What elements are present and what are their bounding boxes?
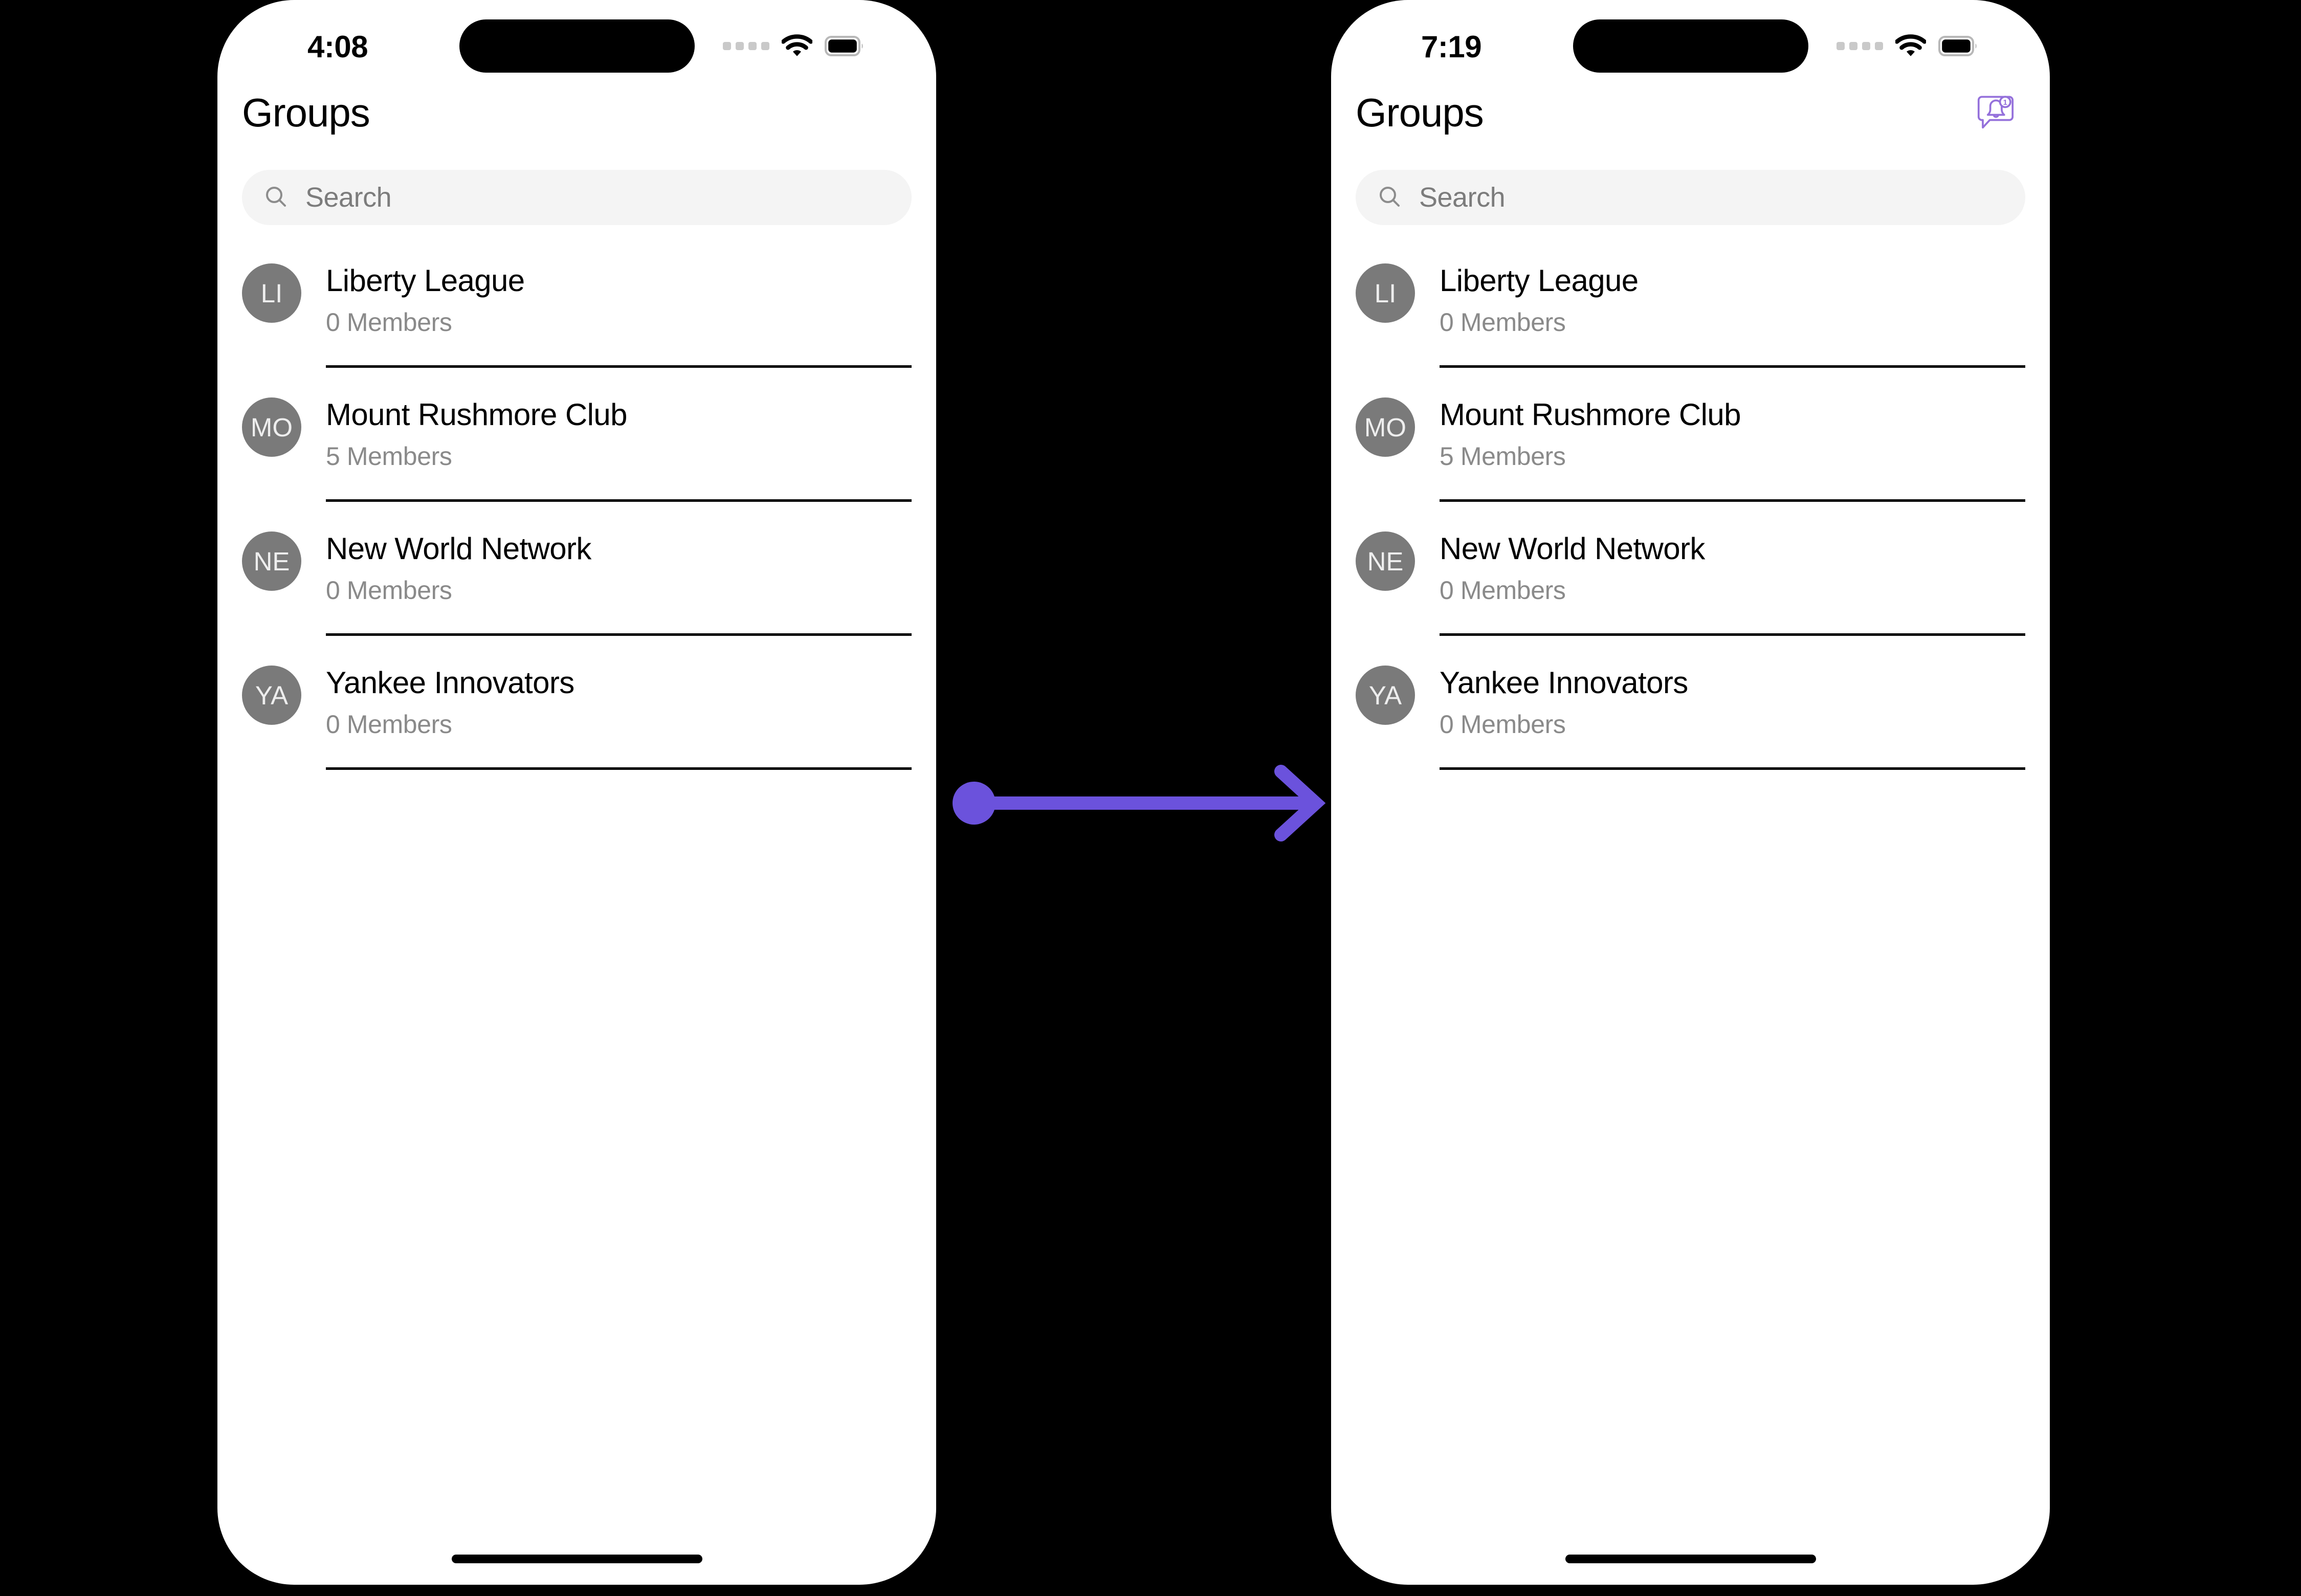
group-item-body: New World Network 0 Members — [326, 520, 912, 645]
notification-badge-count: 1 — [2003, 99, 2007, 107]
list-divider — [1440, 767, 2025, 770]
avatar: LI — [242, 263, 301, 323]
search-placeholder: Search — [305, 182, 392, 213]
group-item-body: Liberty League 0 Members — [326, 252, 912, 377]
search-icon — [1377, 184, 1402, 211]
search-icon — [263, 184, 288, 211]
group-list-item[interactable]: LI Liberty League 0 Members — [1356, 243, 2025, 377]
group-name: Liberty League — [326, 263, 525, 298]
group-name: New World Network — [1440, 531, 1705, 566]
status-bar: 7:19 — [1331, 0, 2050, 77]
battery-full-icon — [825, 35, 865, 59]
group-member-count: 0 Members — [1440, 576, 1566, 605]
search-placeholder: Search — [1419, 182, 1506, 213]
avatar: NE — [242, 531, 301, 591]
avatar: MO — [242, 397, 301, 457]
battery-full-icon — [1938, 35, 1978, 59]
status-bar-indicators — [723, 32, 865, 62]
transition-arrow — [952, 747, 1330, 859]
wifi-icon — [781, 34, 813, 60]
home-indicator[interactable] — [451, 1555, 702, 1563]
group-list-item[interactable]: NE New World Network 0 Members — [1356, 511, 2025, 645]
group-member-count: 5 Members — [326, 442, 452, 471]
group-name: Yankee Innovators — [326, 666, 574, 700]
list-divider — [326, 365, 912, 368]
page-title: Groups — [242, 90, 370, 135]
list-divider — [326, 499, 912, 502]
list-divider — [1440, 633, 2025, 636]
group-name: New World Network — [326, 531, 591, 566]
screen-header: Groups — [217, 77, 936, 148]
page-title: Groups — [1356, 90, 1484, 135]
group-item-body: Yankee Innovators 0 Members — [326, 654, 912, 779]
groups-list: LI Liberty League 0 Members MO Mount Rus… — [1331, 225, 2050, 779]
list-divider — [1440, 365, 2025, 368]
status-bar-time: 4:08 — [307, 30, 368, 64]
group-list-item[interactable]: YA Yankee Innovators 0 Members — [242, 645, 912, 779]
group-item-body: Mount Rushmore Club 5 Members — [1440, 386, 2025, 511]
search-section: Search — [217, 148, 936, 225]
dynamic-island — [1573, 19, 1808, 73]
group-list-item[interactable]: NE New World Network 0 Members — [242, 511, 912, 645]
list-divider — [326, 633, 912, 636]
status-bar-time: 7:19 — [1421, 30, 1482, 64]
search-input[interactable]: Search — [1356, 170, 2025, 225]
list-divider — [1440, 499, 2025, 502]
group-name: Yankee Innovators — [1440, 666, 1688, 700]
wifi-icon — [1894, 34, 1927, 60]
group-member-count: 5 Members — [1440, 442, 1566, 471]
status-bar: 4:08 — [217, 0, 936, 77]
group-name: Mount Rushmore Club — [326, 397, 627, 432]
signal-dots-icon — [1837, 42, 1883, 52]
avatar: NE — [1356, 531, 1415, 591]
status-bar-indicators — [1837, 32, 1978, 62]
group-item-body: Yankee Innovators 0 Members — [1440, 654, 2025, 779]
group-list-item[interactable]: LI Liberty League 0 Members — [242, 243, 912, 377]
group-name: Mount Rushmore Club — [1440, 397, 1741, 432]
group-member-count: 0 Members — [326, 710, 452, 739]
home-indicator[interactable] — [1565, 1555, 1816, 1563]
signal-dots-icon — [723, 42, 769, 52]
phone-screen-before: 4:08 Groups Search LI Liberty League 0 M… — [217, 0, 936, 1585]
group-member-count: 0 Members — [1440, 308, 1566, 337]
list-divider — [326, 767, 912, 770]
comparison-canvas: 4:08 Groups Search LI Liberty League 0 M… — [0, 0, 2301, 1596]
group-item-body: Liberty League 0 Members — [1440, 252, 2025, 377]
avatar: YA — [242, 666, 301, 725]
group-member-count: 0 Members — [326, 308, 452, 337]
group-name: Liberty League — [1440, 263, 1639, 298]
group-item-body: New World Network 0 Members — [1440, 520, 2025, 645]
group-item-body: Mount Rushmore Club 5 Members — [326, 386, 912, 511]
group-member-count: 0 Members — [326, 576, 452, 605]
groups-list: LI Liberty League 0 Members MO Mount Rus… — [217, 225, 936, 779]
notification-bell-bubble-icon[interactable]: 1 — [1971, 88, 2020, 137]
group-list-item[interactable]: YA Yankee Innovators 0 Members — [1356, 645, 2025, 779]
group-list-item[interactable]: MO Mount Rushmore Club 5 Members — [242, 377, 912, 511]
group-member-count: 0 Members — [1440, 710, 1566, 739]
avatar: YA — [1356, 666, 1415, 725]
phone-screen-after: 7:19 Groups 1 Search LI Liberty League 0… — [1331, 0, 2050, 1585]
avatar: LI — [1356, 263, 1415, 323]
search-section: Search — [1331, 148, 2050, 225]
avatar: MO — [1356, 397, 1415, 457]
search-input[interactable]: Search — [242, 170, 912, 225]
group-list-item[interactable]: MO Mount Rushmore Club 5 Members — [1356, 377, 2025, 511]
screen-header: Groups 1 — [1331, 77, 2050, 148]
dynamic-island — [459, 19, 695, 73]
